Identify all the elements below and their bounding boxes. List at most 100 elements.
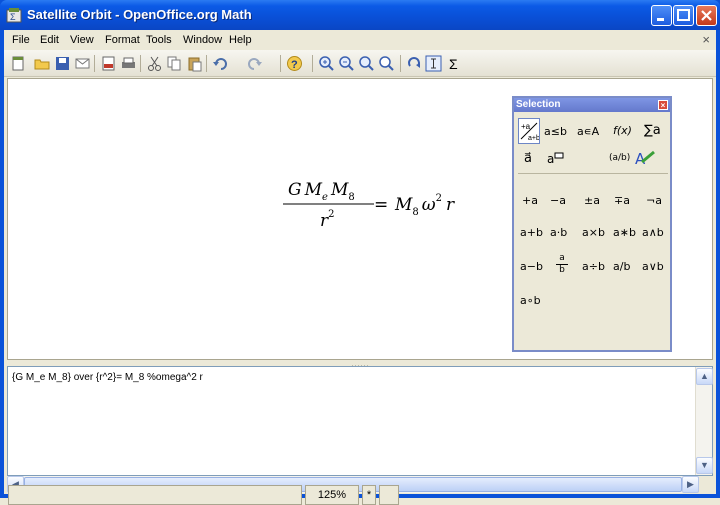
symbol-a-circ-b[interactable]: a∘b <box>520 294 541 307</box>
scroll-down-button[interactable]: ▼ <box>696 457 713 474</box>
menu-file[interactable]: File <box>12 34 30 46</box>
symbol-a-ast-b[interactable]: a∗b <box>613 226 636 239</box>
font-format-icon: A <box>635 150 655 168</box>
relations-category-button[interactable]: a≤b <box>544 125 567 138</box>
formula-cursor-icon[interactable] <box>425 55 442 72</box>
svg-text:?: ? <box>291 59 298 71</box>
formula-token: 8 <box>348 192 354 203</box>
svg-text:+a: +a <box>521 122 531 131</box>
maximize-button[interactable] <box>673 5 694 26</box>
set-operations-category-button[interactable]: a∊A <box>577 125 599 138</box>
open-folder-icon[interactable] <box>34 55 51 72</box>
symbol-plus-a[interactable]: +a <box>522 194 538 207</box>
title-bar[interactable]: Σ Satellite Orbit - OpenOffice.org Math <box>0 0 720 30</box>
symbol-a-cdot-b[interactable]: a·b <box>550 226 567 239</box>
operators-category-button[interactable]: ∑a <box>644 123 661 138</box>
commands-window[interactable]: {G M_e M_8} over {r^2}= M_8 %omega^2 r ▲… <box>7 366 713 476</box>
undo-icon[interactable] <box>212 55 229 72</box>
brackets-category-button[interactable]: (a/b) <box>609 153 630 163</box>
export-pdf-icon[interactable] <box>100 55 117 72</box>
svg-text:GMeM8: G Me M8 <box>288 180 355 203</box>
attributes-category-button[interactable]: a⃗ <box>524 151 532 166</box>
unary-binary-category-button[interactable]: +a a+b <box>518 118 540 144</box>
formula-token: 8 <box>412 207 418 218</box>
selection-separator <box>518 173 668 174</box>
update-icon[interactable] <box>406 55 423 72</box>
symbol-a-minus-b[interactable]: a−b <box>520 260 543 273</box>
menu-window[interactable]: Window <box>183 34 222 46</box>
command-input[interactable]: {G M_e M_8} over {r^2}= M_8 %omega^2 r <box>12 372 203 383</box>
menu-help[interactable]: Help <box>229 34 252 46</box>
menu-bar: File Edit View Format Tools Window Help … <box>4 30 716 50</box>
close-icon <box>701 10 712 21</box>
close-button[interactable] <box>696 5 717 26</box>
formula-token: e <box>322 192 328 203</box>
zoom-out-icon[interactable] <box>338 55 355 72</box>
svg-text:Σ: Σ <box>449 56 458 72</box>
formula-token: ω <box>422 195 436 215</box>
symbol-minus-a[interactable]: −a <box>550 194 566 207</box>
formula-graphic: G Me M8 r2 = M8 ω2 r <box>283 180 455 231</box>
cut-icon[interactable] <box>146 55 163 72</box>
zoom-100-icon[interactable] <box>358 55 375 72</box>
help-icon[interactable]: ? <box>286 55 303 72</box>
svg-text:Σ: Σ <box>10 12 16 22</box>
symbol-plusminus-a[interactable]: ±a <box>584 194 600 207</box>
new-document-icon[interactable] <box>10 55 27 72</box>
symbol-a-times-b[interactable]: a×b <box>582 226 605 239</box>
minimize-button[interactable] <box>651 5 672 26</box>
zoom-in-icon[interactable] <box>318 55 335 72</box>
symbol-a-slash-b[interactable]: a/b <box>613 260 630 273</box>
print-icon[interactable] <box>120 55 137 72</box>
functions-category-button[interactable]: f(x) <box>613 124 632 137</box>
symbol-minusplus-a[interactable]: ∓a <box>614 194 630 207</box>
unary-binary-icon: +a a+b <box>520 122 540 142</box>
symbol-a-or-b[interactable]: a∨b <box>642 260 664 273</box>
selection-close-button[interactable]: × <box>658 100 668 110</box>
toolbar-separator <box>94 55 95 72</box>
menu-tools[interactable]: Tools <box>146 34 172 46</box>
formula-token: M <box>394 195 413 215</box>
symbols-icon[interactable]: Σ <box>446 55 463 72</box>
menu-edit[interactable]: Edit <box>40 34 59 46</box>
speech-bubble-icon <box>554 152 564 159</box>
formula-token: M <box>304 180 323 200</box>
menu-format[interactable]: Format <box>105 34 140 46</box>
selection-title-text: Selection <box>516 99 561 110</box>
redo-icon[interactable] <box>246 55 263 72</box>
status-bar: 125% * <box>4 483 716 505</box>
app-window: Σ Satellite Orbit - OpenOffice.org Math … <box>0 0 720 505</box>
standard-toolbar: ? Σ <box>4 50 716 77</box>
formula-token: G <box>288 180 302 200</box>
status-message <box>8 485 302 505</box>
svg-text:a+b: a+b <box>528 135 539 142</box>
others-category-button[interactable]: a <box>547 152 564 166</box>
formula-token: 2 <box>436 193 442 204</box>
toolbar-separator <box>400 55 401 72</box>
symbol-not-a[interactable]: ¬a <box>646 194 662 207</box>
format-category-button[interactable]: A <box>634 148 656 168</box>
minimize-icon <box>657 18 664 21</box>
zoom-indicator[interactable]: 125% <box>305 485 359 505</box>
fraction-denominator: b <box>556 264 568 276</box>
symbol-a-and-b[interactable]: a∧b <box>642 226 664 239</box>
menu-view[interactable]: View <box>70 34 94 46</box>
scroll-up-button[interactable]: ▲ <box>696 368 713 385</box>
symbol-a-over-b[interactable]: a b <box>556 253 568 281</box>
copy-icon[interactable] <box>166 55 183 72</box>
formula-token: 2 <box>328 209 334 220</box>
document-close-button[interactable]: × <box>702 32 710 47</box>
fraction-numerator: a <box>559 253 565 263</box>
save-icon[interactable] <box>54 55 71 72</box>
selection-title[interactable]: Selection × <box>514 98 670 112</box>
selection-panel: Selection × +a a+b a≤b a∊A f(x) ∑a a⃗ a (… <box>512 96 672 352</box>
symbol-a-plus-b[interactable]: a+b <box>520 226 543 239</box>
email-icon[interactable] <box>74 55 91 72</box>
others-category-label: a <box>547 152 555 166</box>
toolbar-separator <box>280 55 281 72</box>
symbol-a-div-b[interactable]: a÷b <box>582 260 605 273</box>
vertical-scrollbar[interactable]: ▲ ▼ <box>695 367 713 475</box>
paste-icon[interactable] <box>186 55 203 72</box>
status-field <box>379 485 399 505</box>
show-all-icon[interactable] <box>378 55 395 72</box>
